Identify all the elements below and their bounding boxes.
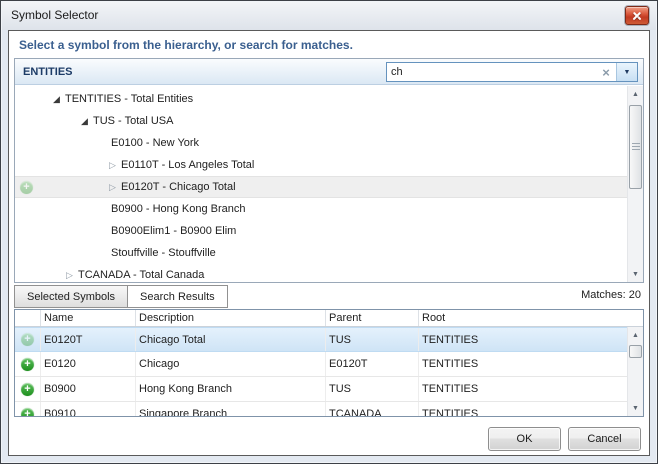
window-title: Symbol Selector [11,8,98,22]
tree-item-label: Stouffville - Stouffville [111,247,216,259]
cell-description: Hong Kong Branch [136,377,326,401]
search-dropdown-button[interactable]: ▼ [616,63,637,81]
tree-item-label: TUS - Total USA [93,115,174,127]
plus-glyph: + [24,383,30,396]
plus-glyph: + [23,181,29,194]
row-icon-cell: + [15,402,41,416]
collapsed-icon[interactable]: ▷ [109,154,121,176]
row-icon-cell: + [15,352,41,376]
matches-count: Matches: 20 [581,289,641,301]
tree-item-stouffville[interactable]: Stouffville - Stouffville [15,242,643,264]
scroll-down-icon[interactable]: ▼ [628,400,643,416]
entity-tree: ◢TENTITIES - Total Entities ◢TUS - Total… [15,86,643,282]
tree-item-label: B0900Elim1 - B0900 Elim [111,225,236,237]
tree-scrollbar-thumb[interactable] [629,105,642,189]
row-icon-cell: + [15,377,41,401]
table-scrollbar[interactable]: ▲ ▼ [627,327,643,416]
expanded-icon[interactable]: ◢ [81,110,93,132]
add-symbol-icon[interactable]: + [21,333,34,346]
cell-name: E0120T [41,328,136,351]
instruction-text: Select a symbol from the hierarchy, or s… [19,38,353,52]
tab-search-results[interactable]: Search Results [127,285,228,308]
table-body: + E0120T Chicago Total TUS TENTITIES + E… [15,327,628,416]
cell-parent: TCANADA [326,402,419,416]
cell-name: E0120 [41,352,136,376]
cell-root: TENTITIES [419,328,628,351]
scroll-up-icon[interactable]: ▲ [628,86,643,102]
plus-glyph: + [24,408,30,417]
collapsed-icon[interactable]: ▷ [109,177,121,197]
dialog-body: Select a symbol from the hierarchy, or s… [8,30,650,456]
tree-item-label: B0900 - Hong Kong Branch [111,203,246,215]
tree-item-e0110t[interactable]: ▷E0110T - Los Angeles Total [15,154,643,176]
table-row-b0910[interactable]: + B0910 Singapore Branch TCANADA TENTITI… [15,402,628,416]
cell-parent: TUS [326,328,419,351]
results-tabs: Selected Symbols Search Results [14,285,228,308]
add-symbol-icon[interactable]: + [21,383,34,396]
search-results-table: Name Description Parent Root + E0120T Ch… [14,309,644,417]
plus-glyph: + [24,333,30,346]
table-header: Name Description Parent Root [15,310,643,327]
add-symbol-icon[interactable]: + [20,181,33,194]
tree-item-e0120t[interactable]: + ▷E0120T - Chicago Total [15,176,643,198]
close-icon [632,11,642,21]
search-box: × ▼ [386,62,638,82]
tree-item-tcanada[interactable]: ▷TCANADA - Total Canada [15,264,643,282]
tree-item-tentities[interactable]: ◢TENTITIES - Total Entities [15,88,643,110]
table-row-b0900[interactable]: + B0900 Hong Kong Branch TUS TENTITIES [15,377,628,402]
tree-item-label: E0100 - New York [111,137,199,149]
tab-selected-symbols[interactable]: Selected Symbols [14,285,127,308]
column-header-parent[interactable]: Parent [326,310,419,326]
tree-item-e0100[interactable]: E0100 - New York [15,132,643,154]
search-input[interactable] [387,63,596,81]
plus-glyph: + [24,358,30,371]
cell-parent: TUS [326,377,419,401]
cell-description: Singapore Branch [136,402,326,416]
tree-item-b0900elim1[interactable]: B0900Elim1 - B0900 Elim [15,220,643,242]
ok-button[interactable]: OK [488,427,561,451]
add-symbol-icon[interactable]: + [21,408,34,417]
cell-root: TENTITIES [419,352,628,376]
entities-header: ENTITIES × ▼ [15,59,643,85]
thumb-grip-icon [632,143,640,151]
entities-panel: ENTITIES × ▼ ◢TENTITIES - Total Entities [14,58,644,283]
tree-item-label: TENTITIES - Total Entities [65,93,193,105]
column-header-icon [15,310,41,326]
column-header-root[interactable]: Root [419,310,643,326]
cell-root: TENTITIES [419,402,628,416]
clear-icon: × [602,65,610,80]
tree-item-label: E0120T - Chicago Total [121,181,236,193]
table-scrollbar-thumb[interactable] [629,345,642,358]
entities-header-label: ENTITIES [23,66,73,78]
table-row-e0120[interactable]: + E0120 Chicago E0120T TENTITIES [15,352,628,377]
search-clear-button[interactable]: × [596,63,616,81]
tree-item-tus[interactable]: ◢TUS - Total USA [15,110,643,132]
titlebar[interactable]: Symbol Selector [2,2,656,30]
cell-name: B0910 [41,402,136,416]
column-header-description[interactable]: Description [136,310,326,326]
symbol-selector-dialog: Symbol Selector Select a symbol from the… [0,0,658,464]
scroll-up-icon[interactable]: ▲ [628,327,643,343]
cancel-button[interactable]: Cancel [568,427,641,451]
cell-description: Chicago Total [136,328,326,351]
cell-name: B0900 [41,377,136,401]
chevron-down-icon: ▼ [624,69,631,76]
collapsed-icon[interactable]: ▷ [66,264,78,282]
cell-parent: E0120T [326,352,419,376]
column-header-name[interactable]: Name [41,310,136,326]
expanded-icon[interactable]: ◢ [53,88,65,110]
cell-root: TENTITIES [419,377,628,401]
tree-item-label: E0110T - Los Angeles Total [121,159,254,171]
tree-item-b0900[interactable]: B0900 - Hong Kong Branch [15,198,643,220]
close-button[interactable] [625,6,649,25]
scroll-down-icon[interactable]: ▼ [628,266,643,282]
tree-item-label: TCANADA - Total Canada [78,269,204,281]
add-symbol-icon[interactable]: + [21,358,34,371]
cell-description: Chicago [136,352,326,376]
table-row-e0120t[interactable]: + E0120T Chicago Total TUS TENTITIES [15,327,628,352]
row-icon-cell: + [15,328,41,351]
tree-scrollbar[interactable]: ▲ ▼ [627,86,643,282]
